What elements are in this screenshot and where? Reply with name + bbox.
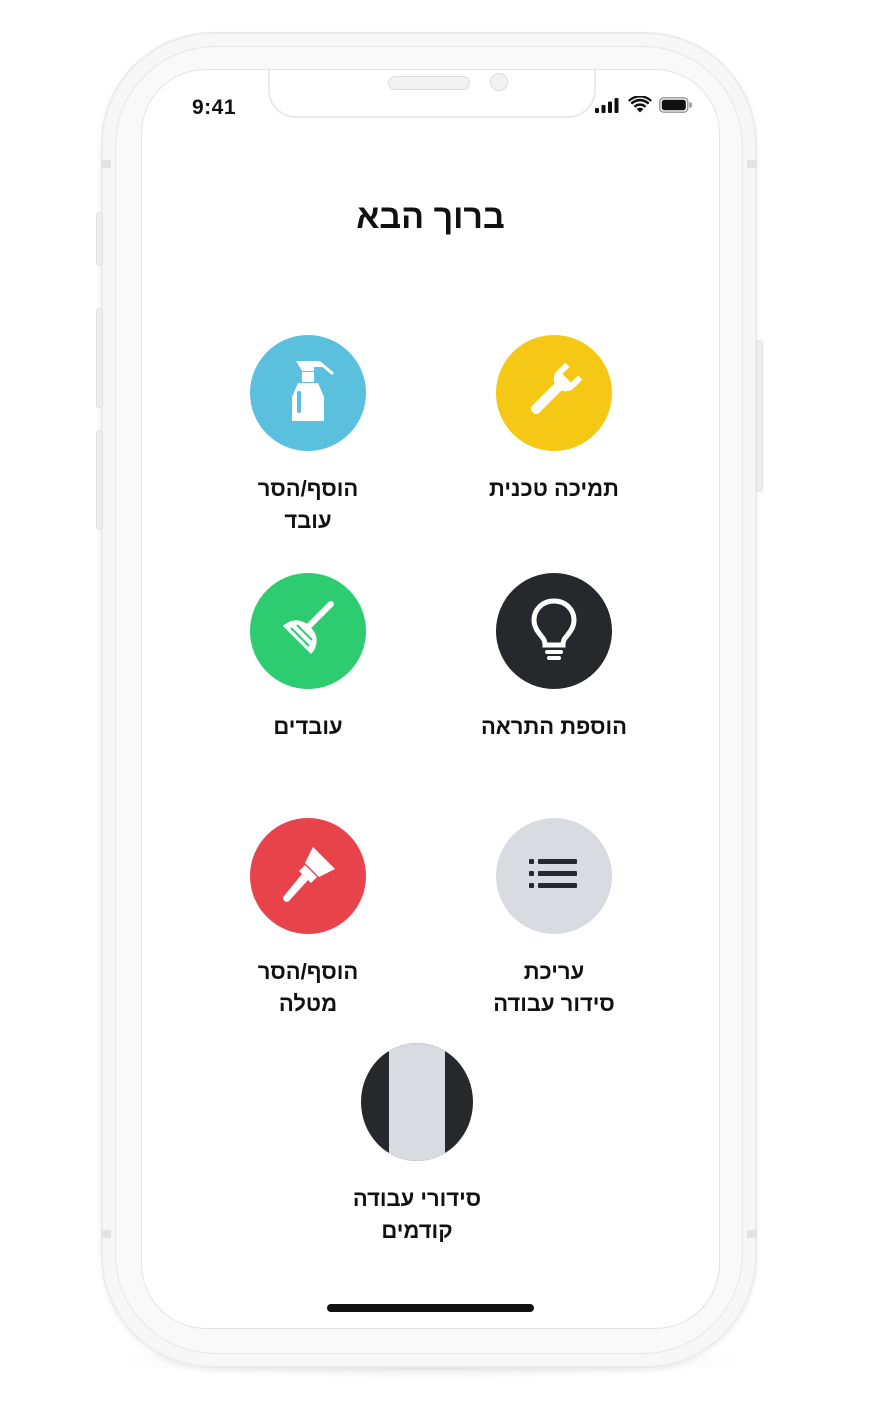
add-alert-label: הוספת התראה (480, 714, 628, 739)
antenna-line (101, 160, 111, 168)
workers-button[interactable]: עובדים (223, 573, 393, 743)
earpiece-speaker (388, 76, 470, 90)
add-alert-button[interactable]: הוספת התראה (469, 573, 639, 743)
previous-schedules-label: סידורי עבודה קודמים (352, 1186, 482, 1243)
plunger-icon (273, 594, 343, 669)
battery-icon (659, 96, 693, 118)
antenna-line (747, 1230, 757, 1238)
wifi-icon (628, 95, 652, 118)
add-remove-worker-label: הוסף/הסר עובד (257, 476, 359, 533)
add-remove-task-button[interactable]: הוסף/הסר מטלה (223, 818, 393, 1020)
mute-switch (96, 212, 103, 266)
add-remove-task-label: הוסף/הסר מטלה (257, 959, 359, 1016)
edit-schedule-circle (496, 818, 612, 934)
front-camera (490, 73, 508, 91)
spray-bottle-icon (278, 357, 338, 430)
page-title: ברוך הבא (356, 198, 505, 236)
notch (268, 70, 596, 118)
app-screen: 9:41 ברוך הבא תמיכה טכנית הוסף/הסר עובד … (142, 70, 719, 1328)
power-button (756, 340, 763, 492)
workers-label: עובדים (273, 714, 343, 739)
antenna-line (747, 160, 757, 168)
previous-schedules-button[interactable]: סידורי עבודה קודמים (332, 1043, 502, 1247)
cellular-signal-icon (595, 97, 621, 118)
workers-circle (250, 573, 366, 689)
tech-support-button[interactable]: תמיכה טכנית (469, 335, 639, 505)
status-time: 9:41 (192, 96, 237, 119)
home-indicator[interactable] (327, 1304, 534, 1312)
edit-schedule-button[interactable]: עריכת סידור עבודה (469, 818, 639, 1020)
tech-support-circle (496, 335, 612, 451)
striped-calendar-icon (389, 1043, 445, 1161)
status-icons (595, 95, 693, 118)
edit-schedule-label: עריכת סידור עבודה (493, 959, 615, 1016)
add-remove-worker-circle (250, 335, 366, 451)
list-icon (529, 858, 579, 894)
antenna-line (101, 1230, 111, 1238)
volume-up-button (96, 308, 103, 408)
add-alert-circle (496, 573, 612, 689)
wrench-icon (522, 359, 586, 428)
add-remove-task-circle (250, 818, 366, 934)
volume-down-button (96, 430, 103, 530)
previous-schedules-circle (361, 1043, 473, 1161)
tech-support-label: תמיכה טכנית (489, 476, 619, 501)
lightbulb-icon (529, 597, 579, 666)
paint-brush-icon (273, 839, 343, 914)
add-remove-worker-button[interactable]: הוסף/הסר עובד (223, 335, 393, 537)
